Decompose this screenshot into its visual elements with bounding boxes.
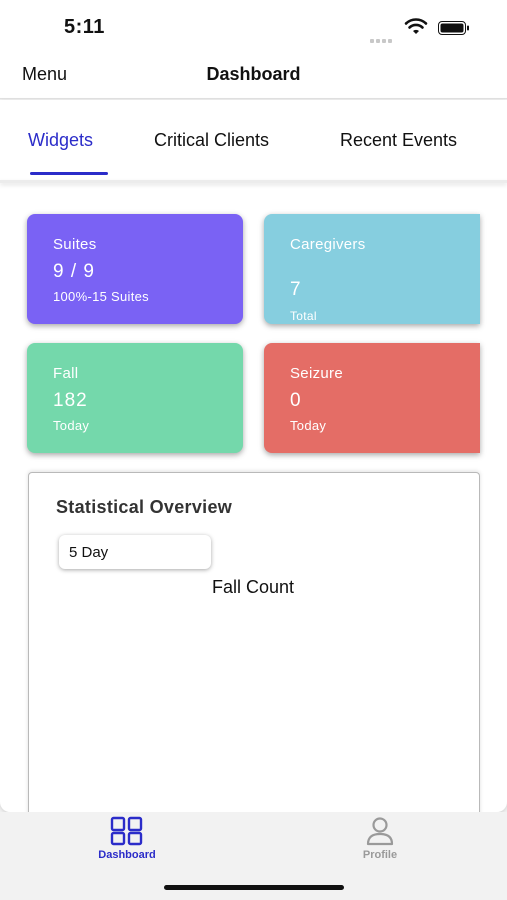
widget-card-fall[interactable]: Fall 182 Today: [27, 343, 243, 453]
widget-title: Suites: [53, 236, 97, 253]
stats-title: Statistical Overview: [56, 497, 233, 517]
widget-subtitle: Today: [53, 418, 90, 433]
widget-title: Caregivers: [290, 236, 366, 253]
status-bar: 5:11: [0, 0, 507, 56]
widget-card-suites[interactable]: Suites 9 / 9 100%-15 Suites: [27, 214, 243, 324]
tab-bar-dashboard[interactable]: Dashboard: [72, 816, 182, 866]
wifi-icon: [404, 18, 428, 36]
tab-recent-events[interactable]: Recent Events: [340, 130, 457, 151]
page-title: Dashboard: [206, 64, 301, 84]
range-select[interactable]: 5 Day: [59, 535, 211, 569]
widget-subtitle: 100%-15 Suites: [53, 289, 149, 304]
home-indicator: [164, 885, 344, 890]
widget-value: 7: [290, 279, 302, 300]
menu-button[interactable]: Menu: [22, 64, 67, 85]
widget-subtitle: Total: [290, 309, 317, 323]
widget-title: Seizure: [290, 365, 343, 382]
main-sheet: Widgets Critical Clients Recent Events S…: [0, 100, 507, 812]
tab-bar-profile[interactable]: Profile: [325, 816, 435, 866]
grid-icon: [110, 816, 143, 846]
user-icon: [366, 817, 394, 846]
widget-card-seizure[interactable]: Seizure 0 Today: [264, 343, 480, 453]
tab-bar-dashboard-label: Dashboard: [98, 849, 156, 861]
tab-bar-profile-label: Profile: [362, 849, 398, 861]
status-time: 5:11: [64, 16, 105, 38]
tab-widgets[interactable]: Widgets: [28, 130, 93, 151]
tab-critical-clients[interactable]: Critical Clients: [154, 130, 269, 151]
widget-value: 9 / 9: [53, 261, 95, 282]
widget-title: Fall: [53, 365, 79, 382]
widget-card-caregivers[interactable]: Caregivers 7 Total: [264, 214, 480, 324]
battery-icon: [438, 21, 470, 35]
nav-bar: Dashboard Menu: [0, 56, 507, 99]
widget-subtitle: Today: [290, 418, 327, 433]
statistical-overview-panel: Statistical Overview 5 Day: [28, 472, 480, 812]
widget-value: 182: [53, 390, 88, 411]
widget-value: 0: [290, 390, 302, 411]
tab-divider: [0, 180, 507, 183]
chart-title: Fall Count: [211, 577, 295, 597]
cellular-signal-icon: [370, 30, 398, 43]
range-select-value: 5 Day: [69, 544, 109, 561]
active-tab-indicator: [30, 172, 108, 175]
